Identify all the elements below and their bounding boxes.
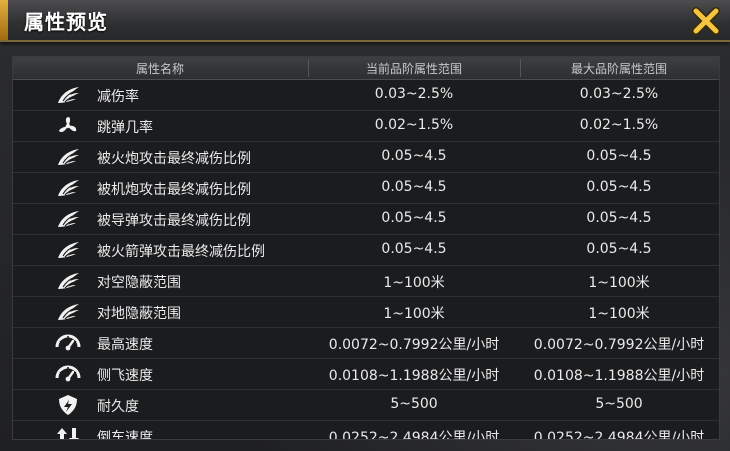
table-row: 对地隐蔽范围 1~100米 1~100米: [13, 297, 719, 328]
title-bar: 属性预览: [0, 0, 730, 42]
max-range: 1~100米: [588, 275, 650, 291]
wing-icon: [55, 240, 81, 260]
table-row: 倒车速度 0.0252~2.4984公里/小时 0.0252~2.4984公里/小时: [13, 421, 719, 440]
table-row: 被火炮攻击最终减伤比例 0.05~4.5 0.05~4.5: [13, 142, 719, 173]
max-range: 0.0252~2.4984公里/小时: [533, 430, 705, 440]
wing-icon: [55, 271, 81, 291]
attribute-name: 耐久度: [97, 399, 139, 415]
table-row: 被导弹攻击最终减伤比例 0.05~4.5 0.05~4.5: [13, 204, 719, 235]
table-row: 跳弹几率 0.02~1.5% 0.02~1.5%: [13, 111, 719, 142]
wing-icon: [55, 147, 81, 167]
current-range: 0.0072~0.7992公里/小时: [328, 337, 500, 353]
max-range: 0.05~4.5: [586, 179, 652, 195]
max-range: 0.05~4.5: [586, 241, 652, 257]
attribute-name: 被导弹攻击最终减伤比例: [97, 213, 251, 229]
current-range: 1~100米: [383, 275, 445, 291]
current-range: 0.05~4.5: [381, 148, 447, 164]
table-row: 侧飞速度 0.0108~1.1988公里/小时 0.0108~1.1988公里/小时: [13, 359, 719, 390]
speedometer-icon: [55, 333, 81, 353]
attribute-name: 减伤率: [97, 89, 139, 105]
shield-icon: [55, 395, 81, 415]
table-header: 属性名称 当前品阶属性范围 最大品阶属性范围: [13, 57, 719, 80]
wing-icon: [55, 178, 81, 198]
propeller-icon: [55, 116, 81, 136]
table-row: 被火箭弹攻击最终减伤比例 0.05~4.5 0.05~4.5: [13, 235, 719, 266]
max-range: 0.02~1.5%: [579, 117, 659, 133]
wing-icon: [55, 209, 81, 229]
close-button[interactable]: [690, 5, 722, 37]
max-range: 0.03~2.5%: [579, 86, 659, 102]
column-header-max: 最大品阶属性范围: [570, 62, 667, 76]
max-range: 1~100米: [588, 306, 650, 322]
current-range: 0.02~1.5%: [374, 117, 454, 133]
title-accent: [0, 0, 8, 40]
wing-icon: [55, 85, 81, 105]
reverse-arrows-icon: [55, 426, 81, 439]
max-range: 0.05~4.5: [586, 148, 652, 164]
current-range: 5~500: [390, 396, 438, 412]
column-header-name: 属性名称: [135, 62, 184, 76]
table-row: 被机炮攻击最终减伤比例 0.05~4.5 0.05~4.5: [13, 173, 719, 204]
attribute-name: 被火箭弹攻击最终减伤比例: [97, 244, 265, 260]
close-icon: [692, 7, 720, 35]
table-row: 最高速度 0.0072~0.7992公里/小时 0.0072~0.7992公里/小时: [13, 328, 719, 359]
table-row: 耐久度 5~500 5~500: [13, 390, 719, 421]
attribute-name: 被机炮攻击最终减伤比例: [97, 182, 251, 198]
max-range: 0.05~4.5: [586, 210, 652, 226]
column-header-current: 当前品阶属性范围: [365, 62, 462, 76]
current-range: 0.0108~1.1988公里/小时: [328, 368, 500, 384]
attribute-name: 倒车速度: [97, 430, 153, 440]
max-range: 0.0072~0.7992公里/小时: [533, 337, 705, 353]
current-range: 0.03~2.5%: [374, 86, 454, 102]
attribute-table: 属性名称 当前品阶属性范围 最大品阶属性范围 减伤率 0.03~2.5% 0.03~…: [12, 56, 720, 440]
table-row: 减伤率 0.03~2.5% 0.03~2.5%: [13, 80, 719, 111]
current-range: 0.05~4.5: [381, 210, 447, 226]
table-row: 对空隐蔽范围 1~100米 1~100米: [13, 266, 719, 297]
current-range: 1~100米: [383, 306, 445, 322]
current-range: 0.0252~2.4984公里/小时: [328, 430, 500, 440]
attribute-name: 跳弹几率: [97, 120, 153, 136]
attribute-preview-window: 属性预览 属性名称 当前品阶属性范围 最大品阶属性范围 减伤率 0.03~2.5%…: [0, 0, 730, 451]
current-range: 0.05~4.5: [381, 179, 447, 195]
max-range: 0.0108~1.1988公里/小时: [533, 368, 705, 384]
current-range: 0.05~4.5: [381, 241, 447, 257]
attribute-name: 被火炮攻击最终减伤比例: [97, 151, 251, 167]
attribute-name: 对地隐蔽范围: [97, 306, 181, 322]
speedometer-icon: [55, 364, 81, 384]
attribute-name: 侧飞速度: [97, 368, 153, 384]
attribute-name: 最高速度: [97, 337, 153, 353]
max-range: 5~500: [595, 396, 643, 412]
attribute-name: 对空隐蔽范围: [97, 275, 181, 291]
window-title: 属性预览: [24, 10, 108, 34]
wing-icon: [55, 302, 81, 322]
